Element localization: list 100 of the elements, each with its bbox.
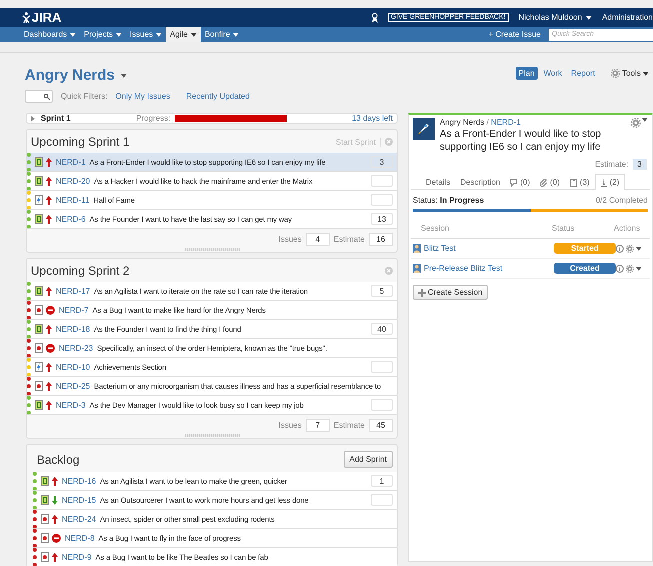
project-name: Angry Nerds xyxy=(440,118,484,127)
estimate-field[interactable] xyxy=(371,194,393,206)
caret-icon[interactable] xyxy=(642,118,648,122)
issue-key[interactable]: NERD-7 xyxy=(59,306,89,314)
days-left: 13 days left xyxy=(352,114,393,123)
issue-key[interactable]: NERD-17 xyxy=(56,286,90,296)
status-text: Status: In Progress xyxy=(413,196,484,205)
estimate-field[interactable]: 3 xyxy=(371,156,393,168)
caret-icon[interactable] xyxy=(70,32,76,36)
logo-icon xyxy=(22,12,31,23)
story-icon xyxy=(35,324,43,334)
caret-icon[interactable] xyxy=(121,74,128,78)
caret-icon[interactable] xyxy=(643,72,649,76)
detail-tab[interactable]: (3) xyxy=(565,174,595,190)
caret-icon[interactable] xyxy=(156,32,162,36)
estimate-label: Estimate: xyxy=(595,160,629,169)
story-icon xyxy=(35,286,43,296)
estimate-field[interactable] xyxy=(371,175,393,187)
detail-tab[interactable]: (0) xyxy=(535,174,566,190)
user-avatar-icon xyxy=(413,244,421,253)
filter-search-field[interactable] xyxy=(25,90,53,103)
caret-icon[interactable] xyxy=(636,246,642,250)
user-name[interactable]: Nicholas Muldoon xyxy=(518,13,582,22)
estimate-field[interactable] xyxy=(371,361,393,373)
estimate-field[interactable]: 40 xyxy=(371,323,393,335)
completed-count: 0/2 Completed xyxy=(596,196,648,205)
plus-icon xyxy=(418,288,426,296)
detail-tab[interactable]: Details xyxy=(421,174,456,190)
nav-tab[interactable]: Agile xyxy=(166,27,201,42)
issue-count: 7 xyxy=(306,419,330,432)
info-icon[interactable] xyxy=(616,264,624,272)
issue-key[interactable]: NERD-8 xyxy=(65,534,95,542)
session-link[interactable]: Blitz Test xyxy=(424,244,456,253)
quick-filter-link[interactable]: Only My Issues xyxy=(116,92,170,101)
ribbon-icon xyxy=(372,12,378,22)
issue-key[interactable]: NERD-25 xyxy=(56,382,90,390)
story-icon xyxy=(35,214,43,224)
issue-key[interactable]: NERD-24 xyxy=(62,514,96,524)
create-issue-link[interactable]: + Create Issue xyxy=(488,30,541,39)
column-header: Session xyxy=(421,224,450,233)
caret-icon[interactable] xyxy=(586,16,592,20)
caret-icon[interactable] xyxy=(116,32,122,36)
nav-tab[interactable]: Projects xyxy=(80,27,126,42)
nav-tab[interactable]: Bonfire xyxy=(200,27,244,42)
caret-icon[interactable] xyxy=(190,32,197,36)
user-avatar-icon xyxy=(413,264,421,273)
estimate-label: Estimate xyxy=(334,421,365,430)
mode-tab[interactable]: Plan xyxy=(516,67,538,80)
create-session-button[interactable]: Create Session xyxy=(413,285,488,300)
estimate-total: 45 xyxy=(369,419,393,432)
add-sprint-button[interactable]: Add Sprint xyxy=(344,451,393,468)
sprint-title: Upcoming Sprint 2 xyxy=(31,264,130,278)
paperclip-icon xyxy=(540,178,548,186)
issue-key[interactable]: NERD-10 xyxy=(56,362,90,372)
issue-key[interactable]: NERD-1 xyxy=(56,158,86,166)
speech-bubble-icon xyxy=(510,178,518,186)
issue-key[interactable]: NERD-15 xyxy=(62,496,96,504)
issue-key[interactable]: NERD-18 xyxy=(56,324,90,334)
clipboard-icon xyxy=(570,178,578,186)
issue-key[interactable]: NERD-23 xyxy=(59,344,94,352)
estimate-field[interactable] xyxy=(371,494,393,506)
detail-tab[interactable]: (2) xyxy=(594,174,625,190)
estimate-value: 3 xyxy=(632,159,647,170)
mode-tab[interactable]: Report xyxy=(568,67,598,80)
expand-icon[interactable] xyxy=(31,116,35,122)
settings-icon[interactable] xyxy=(611,69,620,78)
improvement-icon xyxy=(35,195,43,205)
detail-tab[interactable]: (0) xyxy=(505,174,536,190)
session-link[interactable]: Pre-Release Blitz Test xyxy=(424,264,503,273)
issue-key[interactable]: NERD-16 xyxy=(62,476,96,486)
estimate-field[interactable] xyxy=(371,399,393,411)
issue-key[interactable]: NERD-20 xyxy=(56,176,90,186)
issue-key[interactable]: NERD-11 xyxy=(56,196,90,204)
project-title: Angry Nerds xyxy=(25,67,116,84)
issue-key[interactable]: NERD-3 xyxy=(56,400,86,410)
issue-key[interactable]: NERD-9 xyxy=(62,552,92,562)
issue-key-link[interactable]: NERD-1 xyxy=(491,118,521,127)
bug-icon xyxy=(41,514,49,524)
caret-icon[interactable] xyxy=(636,266,642,270)
nav-tab[interactable]: Issues xyxy=(126,27,166,42)
estimate-field[interactable]: 5 xyxy=(371,285,393,297)
story-icon xyxy=(35,400,43,410)
bug-icon xyxy=(35,343,43,353)
nav-tab[interactable]: Dashboards xyxy=(20,27,80,42)
detail-tab[interactable]: Description xyxy=(455,174,506,190)
bug-icon xyxy=(35,305,43,315)
estimate-field[interactable]: 13 xyxy=(371,213,393,225)
caret-icon[interactable] xyxy=(233,32,240,36)
jira-logo[interactable]: JIRA xyxy=(22,10,62,25)
administration-link[interactable]: Administration xyxy=(602,13,653,22)
issues-label: Issues xyxy=(278,421,302,430)
issue-summary-title: As a Front-Ender I would like to stop supporting IE6 so I can enjoy my life xyxy=(440,128,602,154)
info-icon[interactable] xyxy=(616,244,624,252)
mode-tab[interactable]: Work xyxy=(540,67,566,80)
issue-key[interactable]: NERD-6 xyxy=(56,214,86,224)
quick-filter-link[interactable]: Recently Updated xyxy=(186,92,250,101)
backlog-title: Backlog xyxy=(37,452,80,466)
estimate-total: 16 xyxy=(369,233,393,246)
estimate-field[interactable]: 1 xyxy=(371,475,393,487)
tools-menu[interactable]: Tools xyxy=(622,69,641,78)
